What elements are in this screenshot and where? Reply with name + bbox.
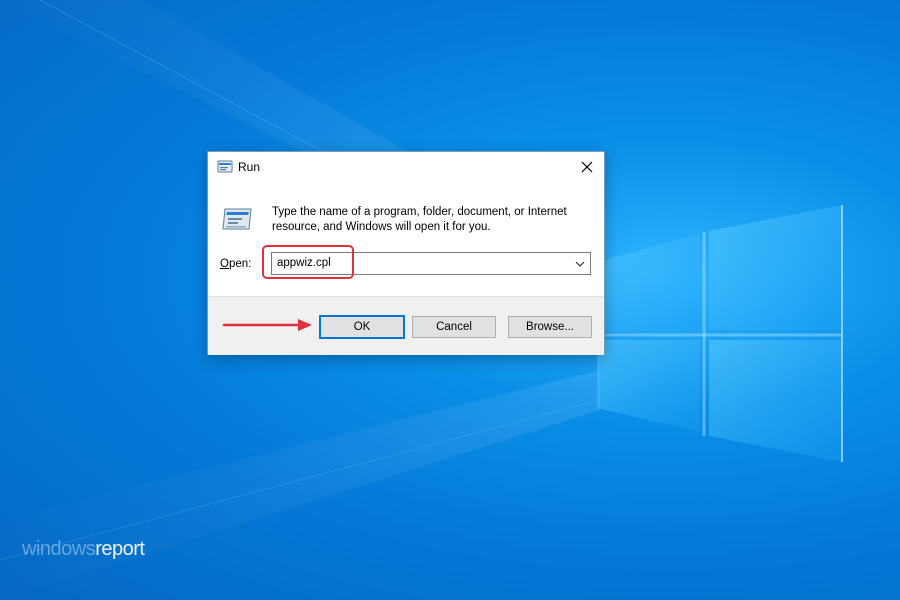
run-app-icon	[217, 160, 233, 173]
close-button[interactable]	[576, 156, 598, 178]
dialog-description: Type the name of a program, folder, docu…	[272, 206, 567, 233]
open-input-value[interactable]: appwiz.cpl	[277, 257, 331, 269]
chevron-down-icon	[575, 261, 585, 267]
open-label-rest: pen:	[228, 258, 252, 270]
close-icon	[581, 161, 593, 173]
dialog-body: Type the name of a program, folder, docu…	[208, 182, 604, 296]
ok-button[interactable]: OK	[319, 315, 405, 339]
windowsreport-watermark: windowsreport	[22, 538, 145, 561]
dialog-title: Run	[238, 160, 261, 174]
open-combobox[interactable]: appwiz.cpl	[271, 252, 591, 275]
open-label: Open:	[220, 258, 251, 270]
run-dialog: Run Type the name of a program, folder, …	[207, 151, 605, 355]
run-program-icon	[222, 208, 252, 230]
dropdown-button[interactable]	[572, 255, 588, 272]
watermark-part2: report	[95, 538, 145, 560]
title-bar[interactable]: Run	[208, 152, 604, 182]
cancel-button[interactable]: Cancel	[412, 316, 496, 338]
open-label-accel: O	[220, 258, 229, 270]
browse-button[interactable]: Browse...	[508, 316, 592, 338]
button-bar: OK Cancel Browse...	[208, 296, 604, 355]
watermark-part1: windows	[22, 538, 96, 560]
